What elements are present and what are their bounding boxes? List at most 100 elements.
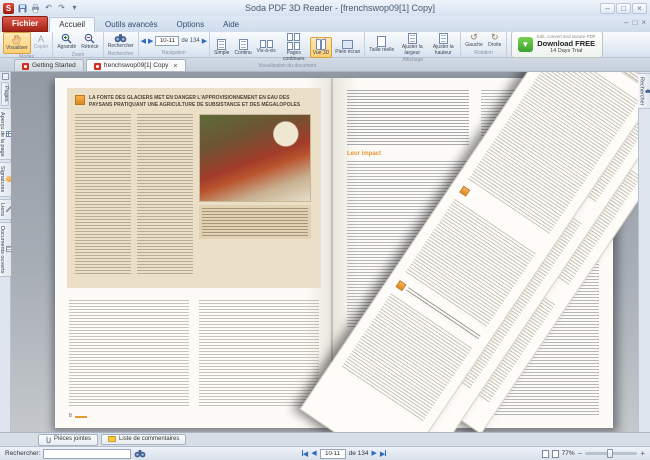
doc-tab-getting-started[interactable]: Getting Started <box>14 59 84 71</box>
next-page-button[interactable]: ▶ <box>371 450 376 457</box>
book-3d-icon <box>316 38 326 51</box>
download-promo-button[interactable]: ▼ Edit, convert and secure PDF Download … <box>510 31 603 58</box>
zoom-out-icon <box>85 33 96 44</box>
fullscreen-button[interactable]: Plein écran <box>333 39 362 57</box>
panel-tab-rechercher[interactable]: Rechercher <box>636 73 650 110</box>
printer-icon <box>32 3 39 13</box>
tab-options[interactable]: Options <box>168 18 214 32</box>
attachments-tab[interactable]: Pièces jointes <box>38 433 99 446</box>
app-logo-icon: S <box>3 2 14 14</box>
actual-size-icon <box>377 35 387 47</box>
text-paragraph <box>347 90 469 146</box>
last-page-button[interactable]: ▶ <box>380 449 387 458</box>
ribbon: Visualiser A Copier Modes Agrandir Rétré… <box>0 31 650 69</box>
application-window: S ↶ ↷ ▾ Soda PDF 3D Reader - [frenchswop… <box>0 0 650 460</box>
statusbar-search-input[interactable] <box>43 448 132 459</box>
view-vis-a-vis-button[interactable]: Vis-à-vis <box>255 39 278 56</box>
panel-toggle-icon[interactable] <box>1 73 9 80</box>
window-controls: – □ × <box>600 2 647 14</box>
book-left-page[interactable]: LA FONTE DES GLACIERS MET EN DANGER L'AP… <box>55 78 333 428</box>
bottom-panel-tabs: Pièces jointes Liste de commentaires <box>0 432 650 446</box>
group-label-zoom: Zoom <box>71 51 85 58</box>
page-number-input[interactable] <box>155 36 180 46</box>
text-column <box>137 114 193 274</box>
statusbar-page-count: de 134 <box>348 450 369 457</box>
fit-width-button[interactable]: Ajuster la largeur <box>397 32 427 57</box>
article-photo <box>199 114 311 202</box>
next-page-icon[interactable]: ▶ <box>148 38 153 45</box>
ribbon-group-rechercher: Rechercher Rechercher <box>104 32 139 57</box>
ribbon-tab-bar: Fichier Accueil Outils avancés Options A… <box>0 16 650 32</box>
doc-minimize-button[interactable]: – <box>624 19 628 27</box>
title-bar: S ↶ ↷ ▾ Soda PDF 3D Reader - [frenchswop… <box>0 0 650 16</box>
fit-width-icon[interactable] <box>551 449 559 458</box>
qat-dropdown-button[interactable]: ▾ <box>69 3 80 14</box>
download-promo-text: Edit, convert and secure PDF Download FR… <box>537 34 596 54</box>
go-to-page-icon[interactable]: ▶ <box>202 38 207 45</box>
search-button[interactable]: Rechercher <box>106 32 136 51</box>
zoom-in-icon <box>61 33 72 44</box>
zoom-slider[interactable] <box>585 449 638 458</box>
statusbar-page-input[interactable] <box>319 448 346 459</box>
view-pages-continues-button[interactable]: Pages continues <box>279 32 309 63</box>
hand-icon <box>12 34 22 45</box>
minimize-button[interactable]: – <box>600 2 615 14</box>
save-icon <box>18 4 27 12</box>
text-select-icon: A <box>37 34 44 44</box>
doc-tab-frenchswop[interactable]: frenchswop09[1] Copy × <box>85 59 186 71</box>
close-button[interactable]: × <box>632 2 647 14</box>
view-3d-button[interactable]: Vue 3D <box>309 36 333 59</box>
zoom-in-button[interactable]: + <box>640 449 645 458</box>
promo-title: Download FREE <box>537 38 596 48</box>
comment-icon <box>108 436 117 443</box>
print-button[interactable] <box>30 3 41 14</box>
doc-restore-button[interactable]: □ <box>632 19 637 27</box>
ribbon-group-modes: Visualiser A Copier Modes <box>1 32 54 60</box>
undo-button[interactable]: ↶ <box>43 3 54 14</box>
previous-page-icon[interactable]: ◀ <box>141 38 146 45</box>
group-label-navigation: Navigation <box>162 50 186 56</box>
previous-page-button[interactable]: ◀ <box>311 450 316 457</box>
fit-height-button[interactable]: Ajuster la hauteur <box>428 32 458 57</box>
rotate-left-button[interactable]: ↺ Gauche <box>463 32 485 50</box>
ribbon-group-affichage: Taille réelle Ajuster la largeur Ajuster… <box>365 32 462 63</box>
close-tab-icon[interactable]: × <box>173 63 177 70</box>
attachments-tab-label: Pièces jointes <box>54 435 92 442</box>
tab-fichier[interactable]: Fichier <box>2 16 49 32</box>
zoom-in-button[interactable]: Agrandir <box>55 32 78 52</box>
continuous-page-icon <box>238 38 248 50</box>
first-page-button[interactable]: ◀ <box>301 449 308 458</box>
page-count-label: de 134 <box>181 38 200 44</box>
maximize-button[interactable]: □ <box>616 2 631 14</box>
left-panel-strip: Pages Aperçu de la page Signatures Liens… <box>0 72 13 432</box>
tab-accueil[interactable]: Accueil <box>49 17 96 32</box>
search-go-icon[interactable] <box>134 449 146 458</box>
doc-close-button[interactable]: × <box>641 19 646 27</box>
zoom-out-button[interactable]: − <box>578 449 583 458</box>
fit-page-icon[interactable] <box>541 449 549 458</box>
caption-text-lines <box>202 208 308 236</box>
quick-access-toolbar: ↶ ↷ ▾ <box>17 3 80 14</box>
fit-height-icon <box>438 33 448 44</box>
rotate-right-button[interactable]: ↻ Droite <box>486 32 504 50</box>
copier-button[interactable]: A Copier <box>32 34 51 52</box>
doc-tab-label: frenchswop09[1] Copy <box>103 62 169 70</box>
save-button[interactable] <box>17 3 28 14</box>
actual-size-button[interactable]: Taille réelle <box>367 35 396 55</box>
ribbon-group-visualisation: Simple Continu Vis-à-vis Pages continues… <box>210 32 366 69</box>
visualiser-button[interactable]: Visualiser <box>3 32 31 54</box>
comments-list-tab[interactable]: Liste de commentaires <box>101 433 187 446</box>
redo-button[interactable]: ↷ <box>56 3 67 14</box>
view-simple-button[interactable]: Simple <box>212 38 231 58</box>
article-heading: LA FONTE DES GLACIERS MET EN DANGER L'AP… <box>89 95 301 108</box>
tab-outils-avances[interactable]: Outils avancés <box>96 18 166 32</box>
panel-tab-pages[interactable]: Pages <box>1 82 9 106</box>
zoom-slider-thumb[interactable] <box>607 449 614 458</box>
tab-aide[interactable]: Aide <box>214 18 248 32</box>
comments-tab-label: Liste de commentaires <box>119 435 180 442</box>
zoom-out-button[interactable]: Rétrécir <box>79 32 101 52</box>
document-viewport[interactable]: LA FONTE DES GLACIERS MET EN DANGER L'AP… <box>11 72 638 432</box>
view-continu-button[interactable]: Continu <box>232 38 253 58</box>
main-area: Pages Aperçu de la page Signatures Liens… <box>0 72 650 432</box>
facing-pages-icon <box>259 40 273 49</box>
